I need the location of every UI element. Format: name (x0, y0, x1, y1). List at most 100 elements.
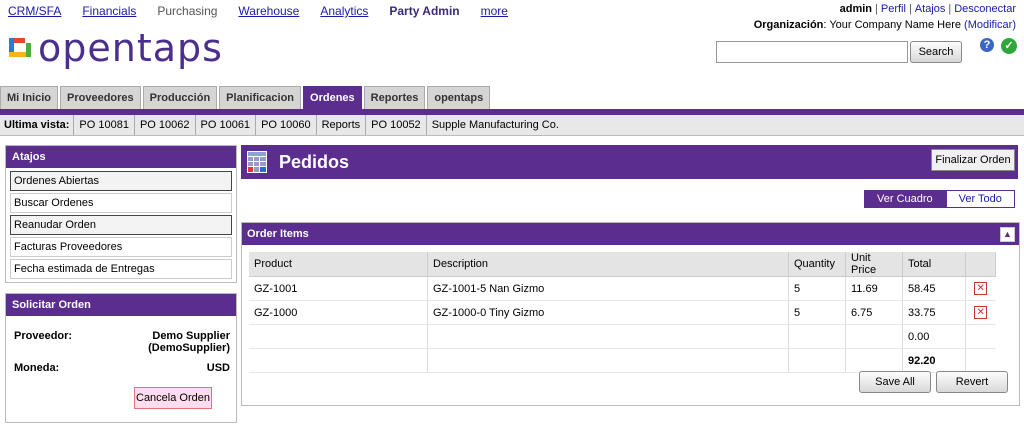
tab-planificacion[interactable]: Planificacion (219, 86, 302, 109)
supplier-id: (DemoSupplier) (148, 342, 230, 354)
grand-total-row: 92.20 (249, 348, 996, 373)
revert-button[interactable]: Revert (936, 371, 1008, 393)
help-icon[interactable]: ? (980, 38, 994, 52)
empty-cell (788, 348, 846, 373)
nav-more[interactable]: more (481, 4, 508, 20)
nav-financials[interactable]: Financials (82, 4, 136, 20)
table-row: 0.00 (249, 324, 996, 349)
grand-total-cell: 92.20 (902, 348, 966, 373)
orders-grid-icon (247, 151, 267, 173)
order-items-title: Order Items (247, 228, 309, 240)
separator: | (908, 3, 912, 15)
column-header: Quantity (788, 252, 846, 277)
total-cell: 33.75 (902, 300, 966, 325)
search-input[interactable] (716, 41, 908, 63)
shortcuts-title: Atajos (6, 146, 236, 168)
empty-cell (427, 324, 789, 349)
empty-cell (965, 324, 996, 349)
empty-cell (965, 348, 996, 373)
currency-value: USD (206, 362, 230, 374)
save-all-button[interactable]: Save All (859, 371, 931, 393)
recent-item[interactable]: PO 10062 (133, 115, 195, 135)
supplier-value: Demo Supplier (DemoSupplier) (148, 330, 230, 354)
description-cell: GZ-1000-0 Tiny Gizmo (427, 300, 789, 325)
shortcut-estimated-delivery[interactable]: Fecha estimada de Entregas (10, 259, 232, 279)
empty-cell (845, 348, 903, 373)
opentaps-logo[interactable]: opentaps (8, 28, 223, 68)
empty-cell (249, 324, 428, 349)
recent-item[interactable]: PO 10081 (73, 115, 134, 135)
org-name: Your Company Name Here (829, 19, 961, 31)
quantity-cell[interactable]: 5 (788, 300, 846, 325)
recent-item[interactable]: Supple Manufacturing Co. (425, 115, 564, 135)
search-button[interactable]: Search (910, 41, 962, 63)
column-header: Unit Price (845, 252, 903, 277)
recent-item[interactable]: PO 10060 (255, 115, 316, 135)
table-row: GZ-1001 GZ-1001-5 Nan Gizmo 5 11.69 58.4… (249, 276, 996, 301)
order-request-title: Solicitar Orden (6, 294, 236, 316)
column-header: Product (249, 252, 428, 277)
tab-reportes[interactable]: Reportes (363, 86, 426, 109)
column-header: Description (427, 252, 789, 277)
checkmark-icon[interactable]: ✓ (1001, 38, 1017, 54)
view-all-button[interactable]: Ver Todo (945, 190, 1015, 208)
shortcut-supplier-invoices[interactable]: Facturas Proveedores (10, 237, 232, 257)
delete-icon[interactable]: ✕ (974, 282, 988, 295)
unit-price-cell[interactable]: 6.75 (845, 300, 903, 325)
nav-crm-sfa[interactable]: CRM/SFA (8, 4, 61, 20)
column-header (965, 252, 996, 277)
unit-price-cell[interactable]: 11.69 (845, 276, 903, 301)
empty-cell (845, 324, 903, 349)
supplier-label: Proveedor: (14, 330, 73, 342)
description-cell: GZ-1001-5 Nan Gizmo (427, 276, 789, 301)
recent-label: Ultima vista: (4, 119, 70, 131)
nav-purchasing: Purchasing (157, 4, 218, 18)
logo-text: opentaps (38, 26, 223, 70)
org-modify-link[interactable]: (Modificar) (964, 19, 1016, 31)
logo-mark-icon (8, 35, 34, 61)
tab-mi-inicio[interactable]: Mi Inicio (0, 86, 58, 109)
column-header: Total (902, 252, 966, 277)
view-grid-button[interactable]: Ver Cuadro (864, 190, 946, 208)
shortcut-resume-order[interactable]: Reanudar Orden (10, 215, 232, 235)
logout-link[interactable]: Desconectar (954, 3, 1016, 15)
quantity-cell[interactable]: 5 (788, 276, 846, 301)
tab-ordenes[interactable]: Ordenes (303, 86, 362, 109)
currency-label: Moneda: (14, 362, 60, 374)
supplier-name: Demo Supplier (152, 330, 230, 342)
main-tabs: Mi Inicio Proveedores Producción Planifi… (0, 86, 492, 109)
shortcut-open-orders[interactable]: Ordenes Abiertas (10, 171, 232, 191)
view-toggle: Ver Cuadro Ver Todo (864, 190, 1015, 208)
separator: | (948, 3, 952, 15)
recent-item[interactable]: PO 10052 (365, 115, 426, 135)
user-bar: admin | Perfil | Atajos | Desconectar (840, 3, 1016, 15)
cancel-order-button[interactable]: Cancela Orden (134, 387, 212, 409)
page-title: Pedidos (279, 152, 350, 172)
table-row: GZ-1000 GZ-1000-0 Tiny Gizmo 5 6.75 33.7… (249, 300, 996, 325)
shortcut-find-orders[interactable]: Buscar Ordenes (10, 193, 232, 213)
orders-header: Pedidos Finalizar Orden (241, 145, 1018, 179)
order-items-table: Product Description Quantity Unit Price … (249, 252, 996, 373)
recent-item[interactable]: PO 10061 (194, 115, 256, 135)
product-cell: GZ-1000 (249, 300, 428, 325)
nav-party-admin[interactable]: Party Admin (389, 4, 459, 20)
collapse-icon[interactable]: ▲ (1000, 227, 1015, 242)
tab-proveedores[interactable]: Proveedores (60, 86, 141, 109)
delete-icon[interactable]: ✕ (974, 306, 988, 319)
empty-cell (427, 348, 789, 373)
organization-line: Organización: Your Company Name Here (Mo… (754, 19, 1016, 31)
top-nav: CRM/SFA Financials Purchasing Warehouse … (8, 4, 529, 20)
tab-produccion[interactable]: Producción (142, 86, 218, 109)
nav-analytics[interactable]: Analytics (320, 4, 368, 20)
separator: | (875, 3, 878, 15)
table-header-row: Product Description Quantity Unit Price … (249, 252, 996, 277)
empty-cell (249, 348, 428, 373)
tab-opentaps[interactable]: opentaps (427, 86, 491, 109)
finalize-order-button[interactable]: Finalizar Orden (931, 149, 1015, 171)
shortcuts-panel: Atajos Ordenes Abiertas Buscar Ordenes R… (5, 145, 237, 283)
total-cell: 58.45 (902, 276, 966, 301)
recent-item[interactable]: Reports (315, 115, 366, 135)
profile-link[interactable]: Perfil (881, 3, 906, 15)
nav-warehouse[interactable]: Warehouse (238, 4, 299, 20)
shortcuts-link[interactable]: Atajos (915, 3, 946, 15)
